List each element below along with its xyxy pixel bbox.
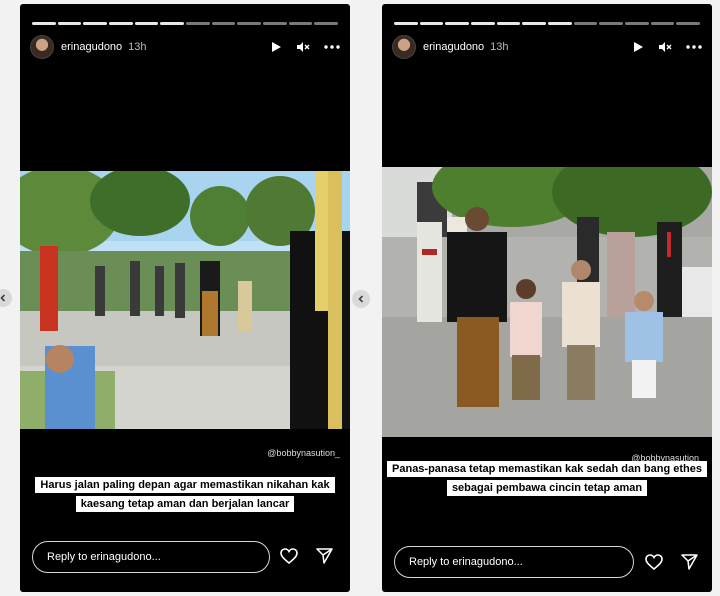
story-panel-2: erinagudono 13h @bobbynasution_ Panas-pa… bbox=[382, 4, 712, 592]
chevron-left-icon bbox=[0, 294, 6, 302]
previous-story-button-2[interactable] bbox=[352, 290, 370, 308]
mute-icon[interactable] bbox=[296, 41, 310, 53]
play-icon[interactable] bbox=[633, 41, 644, 53]
post-time: 13h bbox=[490, 41, 509, 53]
username[interactable]: erinagudono bbox=[61, 41, 122, 53]
username[interactable]: erinagudono bbox=[423, 41, 484, 53]
mute-icon[interactable] bbox=[658, 41, 672, 53]
story-photo bbox=[382, 167, 712, 437]
heart-icon[interactable] bbox=[280, 548, 298, 564]
story-header: erinagudono 13h bbox=[30, 34, 340, 60]
story-caption: Harus jalan paling depan agar memastikan… bbox=[20, 475, 350, 513]
post-time: 13h bbox=[128, 41, 147, 53]
photo-credit: @bobbynasution_ bbox=[267, 448, 340, 458]
avatar[interactable] bbox=[392, 35, 416, 59]
story-progress-bar bbox=[32, 22, 339, 25]
reply-input[interactable]: Reply to erinagudono... bbox=[32, 541, 270, 573]
reply-input[interactable]: Reply to erinagudono... bbox=[394, 546, 634, 578]
story-header: erinagudono 13h bbox=[392, 34, 702, 60]
more-icon[interactable] bbox=[324, 45, 340, 49]
story-panel-1: erinagudono 13h @bobbynasution_ Harus ja… bbox=[20, 4, 350, 592]
previous-story-button[interactable] bbox=[0, 289, 12, 307]
chevron-left-icon bbox=[358, 295, 364, 303]
avatar[interactable] bbox=[30, 35, 54, 59]
heart-icon[interactable] bbox=[645, 554, 663, 570]
story-caption: Panas-panasa tetap memastikan kak sedah … bbox=[382, 459, 712, 497]
story-photo bbox=[20, 171, 350, 429]
send-icon[interactable] bbox=[681, 554, 698, 570]
story-progress-bar bbox=[394, 22, 701, 25]
play-icon[interactable] bbox=[271, 41, 282, 53]
more-icon[interactable] bbox=[686, 45, 702, 49]
send-icon[interactable] bbox=[316, 548, 333, 564]
